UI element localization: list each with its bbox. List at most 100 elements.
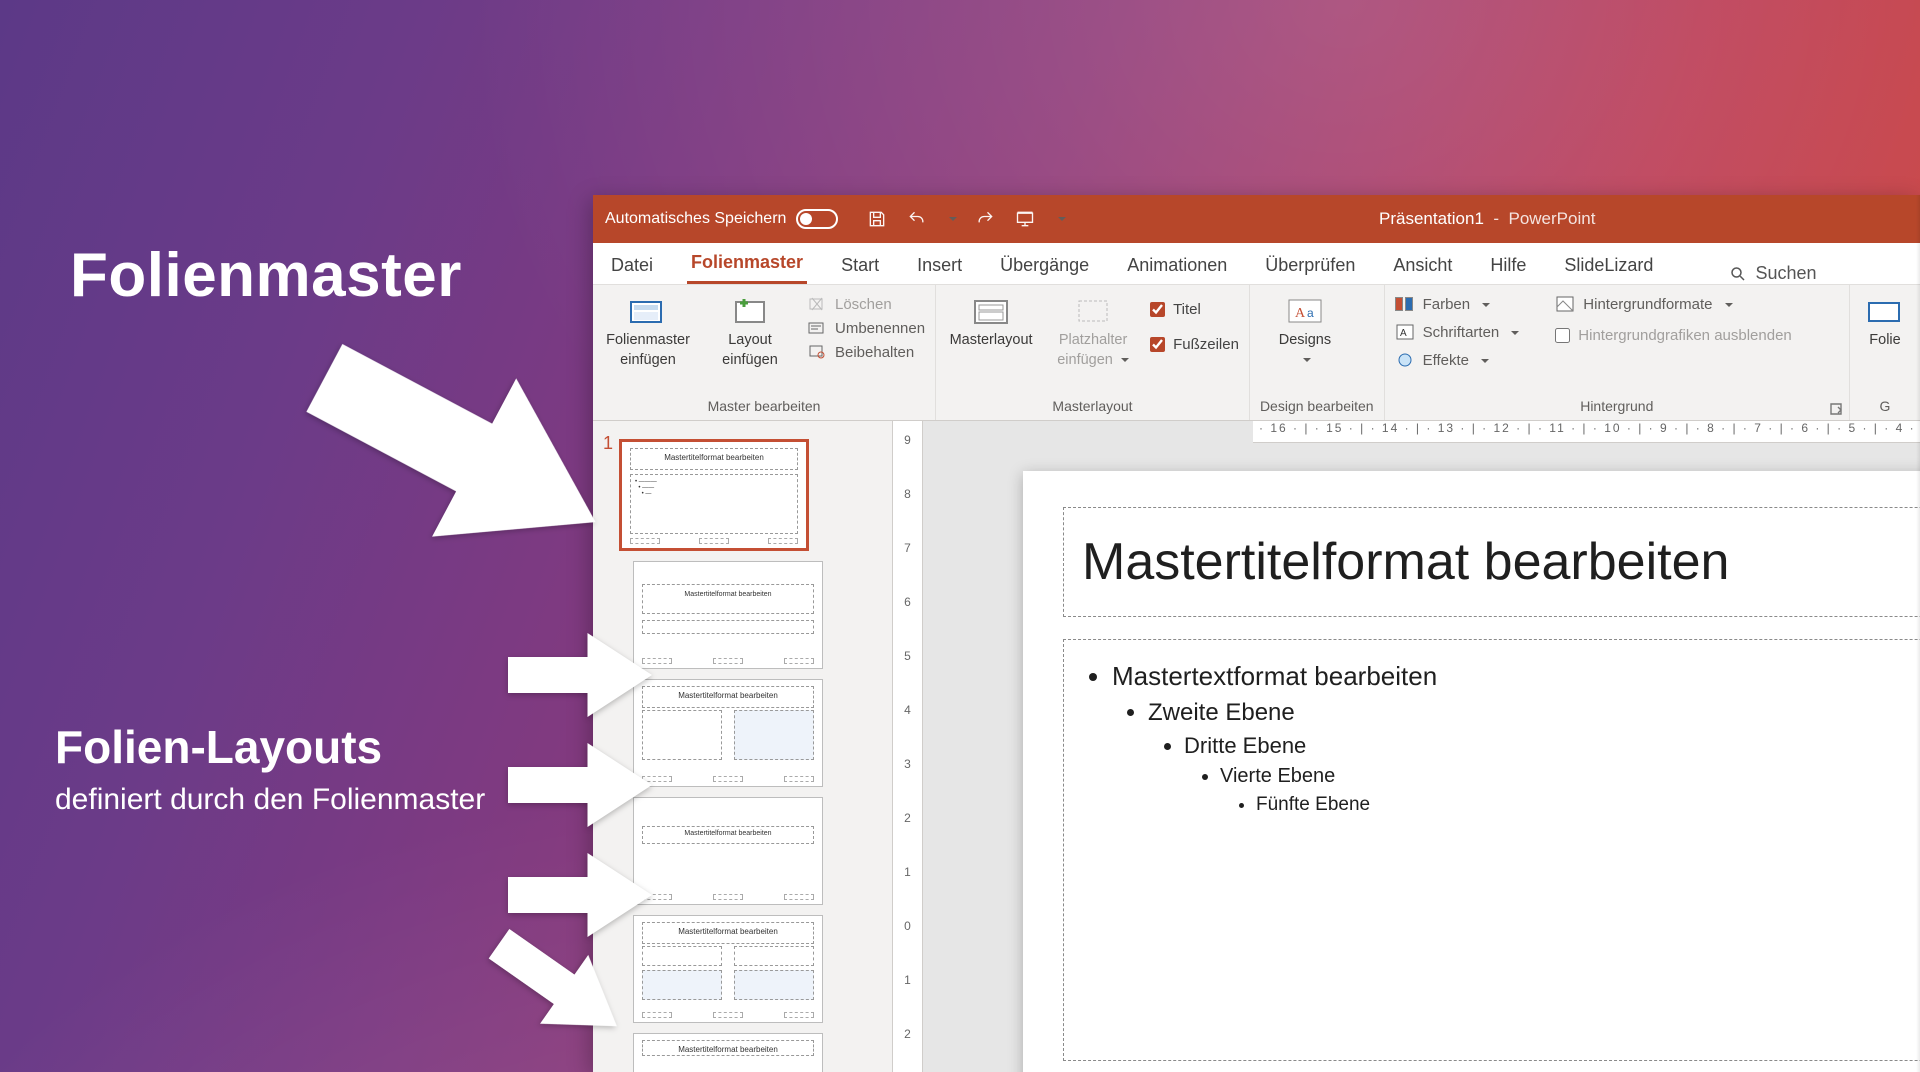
hide-background-graphics-checkbox[interactable]: Hintergrundgrafiken ausblenden: [1555, 327, 1791, 344]
slide-size-button[interactable]: Folie: [1860, 291, 1910, 349]
effects-icon: [1395, 351, 1415, 369]
insert-layout-button[interactable]: Layout einfügen: [705, 291, 795, 368]
undo-dropdown-icon[interactable]: [946, 208, 956, 230]
tab-animationen[interactable]: Animationen: [1123, 247, 1231, 284]
theme-fonts-button[interactable]: A Schriftarten: [1395, 323, 1520, 341]
group-hintergrund: Farben A Schriftarten Effekte Hintergrun…: [1385, 285, 1850, 420]
footer-checkbox[interactable]: Fußzeilen: [1150, 336, 1239, 353]
preserve-layout-button[interactable]: Beibehalten: [807, 343, 925, 361]
arrow-icon: [500, 740, 660, 830]
search-label: Suchen: [1755, 263, 1816, 284]
background-icon: [1555, 295, 1575, 313]
delete-icon: [807, 295, 827, 313]
svg-text:A: A: [1295, 306, 1306, 321]
vertical-ruler: 987654321012: [893, 421, 923, 1072]
save-icon[interactable]: [866, 208, 888, 230]
redo-icon[interactable]: [974, 208, 996, 230]
body-level-3: Dritte Ebene: [1184, 730, 1920, 762]
document-title: Präsentation1: [1379, 209, 1484, 228]
annotation-layouts: Folien-Layouts definiert durch den Folie…: [55, 720, 555, 819]
theme-effects-button[interactable]: Effekte: [1395, 351, 1520, 369]
body-level-5: Fünfte Ebene: [1256, 791, 1920, 819]
slide-master-icon: [626, 295, 670, 329]
slide-size-icon: [1863, 295, 1907, 329]
group-label: Design bearbeiten: [1260, 396, 1374, 418]
layout-thumbnail[interactable]: Mastertitelformat bearbeiten: [633, 561, 823, 669]
theme-colors-button[interactable]: Farben: [1395, 295, 1520, 313]
btn-l1: Layout: [728, 332, 772, 349]
background-styles-button[interactable]: Hintergrundformate: [1555, 295, 1791, 313]
autosave-toggle[interactable]: [796, 209, 838, 229]
master-layout-button[interactable]: Masterlayout: [946, 291, 1036, 349]
chevron-down-icon: [1478, 296, 1490, 313]
group-label: Master bearbeiten: [603, 396, 925, 418]
layout-thumbnail[interactable]: Mastertitelformat bearbeiten: [633, 915, 823, 1023]
rename-layout-button[interactable]: Umbenennen: [807, 319, 925, 337]
tab-ansicht[interactable]: Ansicht: [1389, 247, 1456, 284]
chevron-down-icon: [1477, 352, 1489, 369]
titlebar: Automatisches Speichern Präsentation1 - …: [593, 195, 1920, 243]
group-master-bearbeiten: Folienmaster einfügen Layout einfügen Lö…: [593, 285, 936, 420]
svg-text:A: A: [1400, 328, 1407, 339]
chevron-down-icon: [1117, 352, 1129, 368]
body-placeholder[interactable]: Mastertextformat bearbeiten Zweite Ebene…: [1063, 639, 1920, 1061]
tab-insert[interactable]: Insert: [913, 247, 966, 284]
group-design: Aa Designs Design bearbeiten: [1250, 285, 1385, 420]
tell-me-search[interactable]: Suchen: [1729, 263, 1816, 284]
preserve-icon: [807, 343, 827, 361]
insert-slide-master-button[interactable]: Folienmaster einfügen: [603, 291, 693, 368]
insert-placeholder-button[interactable]: Platzhalter einfügen: [1048, 291, 1138, 368]
tab-slidelizard[interactable]: SlideLizard: [1560, 247, 1657, 284]
fonts-icon: A: [1395, 323, 1415, 341]
svg-text:a: a: [1307, 306, 1314, 320]
title-checkbox[interactable]: Titel: [1150, 301, 1239, 318]
group-label: Hintergrund: [1395, 396, 1839, 418]
master-thumbnail[interactable]: Mastertitelformat bearbeiten • ——— • —— …: [619, 439, 809, 551]
tab-hilfe[interactable]: Hilfe: [1486, 247, 1530, 284]
annotation-layouts-sub: definiert durch den Folienmaster: [55, 780, 555, 819]
group-label: Masterlayout: [946, 396, 1239, 418]
ribbon: Folienmaster einfügen Layout einfügen Lö…: [593, 285, 1920, 421]
group-masterlayout: Masterlayout Platzhalter einfügen Titel …: [936, 285, 1250, 420]
powerpoint-window: Automatisches Speichern Präsentation1 - …: [593, 195, 1920, 1072]
title-placeholder[interactable]: Mastertitelformat bearbeiten: [1063, 507, 1920, 617]
delete-layout-button[interactable]: Löschen: [807, 295, 925, 313]
app-name: PowerPoint: [1508, 209, 1595, 228]
chevron-down-icon: [1299, 352, 1311, 369]
ribbon-tabs: Datei Folienmaster Start Insert Übergäng…: [593, 243, 1920, 285]
rename-icon: [807, 319, 827, 337]
horizontal-ruler: · 16 · | · 15 · | · 14 · | · 13 · | · 12…: [1253, 421, 1920, 443]
tab-folienmaster[interactable]: Folienmaster: [687, 244, 807, 284]
annotation-layouts-heading: Folien-Layouts: [55, 720, 555, 774]
colors-icon: [1395, 295, 1415, 313]
btn-l2: einfügen: [722, 352, 778, 369]
btn-l1: Folienmaster: [606, 332, 690, 349]
tab-ueberpruefen[interactable]: Überprüfen: [1261, 247, 1359, 284]
designs-button[interactable]: Aa Designs: [1260, 291, 1350, 368]
undo-icon[interactable]: [906, 208, 928, 230]
tab-uebergaenge[interactable]: Übergänge: [996, 247, 1093, 284]
insert-layout-icon: [728, 295, 772, 329]
body-level-2: Zweite Ebene: [1148, 696, 1920, 731]
layout-thumbnail[interactable]: Mastertitelformat bearbeiten: [633, 679, 823, 787]
body-level-4: Vierte Ebene: [1220, 762, 1920, 791]
master-layout-icon: [969, 295, 1013, 329]
group-size: Folie G: [1850, 285, 1920, 420]
editor-area: 1 Mastertitelformat bearbeiten • ——— • —…: [593, 421, 1920, 1072]
tab-start[interactable]: Start: [837, 247, 883, 284]
placeholder-icon: [1071, 295, 1115, 329]
tab-datei[interactable]: Datei: [607, 247, 657, 284]
qat-customize-icon[interactable]: [1054, 208, 1066, 230]
chevron-down-icon: [1721, 296, 1733, 313]
search-icon: [1729, 265, 1747, 283]
master-slide[interactable]: Mastertitelformat bearbeiten Mastertextf…: [1023, 471, 1920, 1072]
present-icon[interactable]: [1014, 208, 1036, 230]
layout-thumbnail[interactable]: Mastertitelformat bearbeiten: [633, 797, 823, 905]
layout-thumbnail[interactable]: Mastertitelformat bearbeiten: [633, 1033, 823, 1072]
slide-canvas[interactable]: · 16 · | · 15 · | · 14 · | · 13 · | · 12…: [923, 421, 1920, 1072]
btn-l2: einfügen: [620, 352, 676, 369]
chevron-down-icon: [1507, 324, 1519, 341]
autosave-label: Automatisches Speichern: [605, 210, 786, 228]
dialog-launcher-icon[interactable]: [1829, 402, 1843, 416]
themes-icon: Aa: [1283, 295, 1327, 329]
